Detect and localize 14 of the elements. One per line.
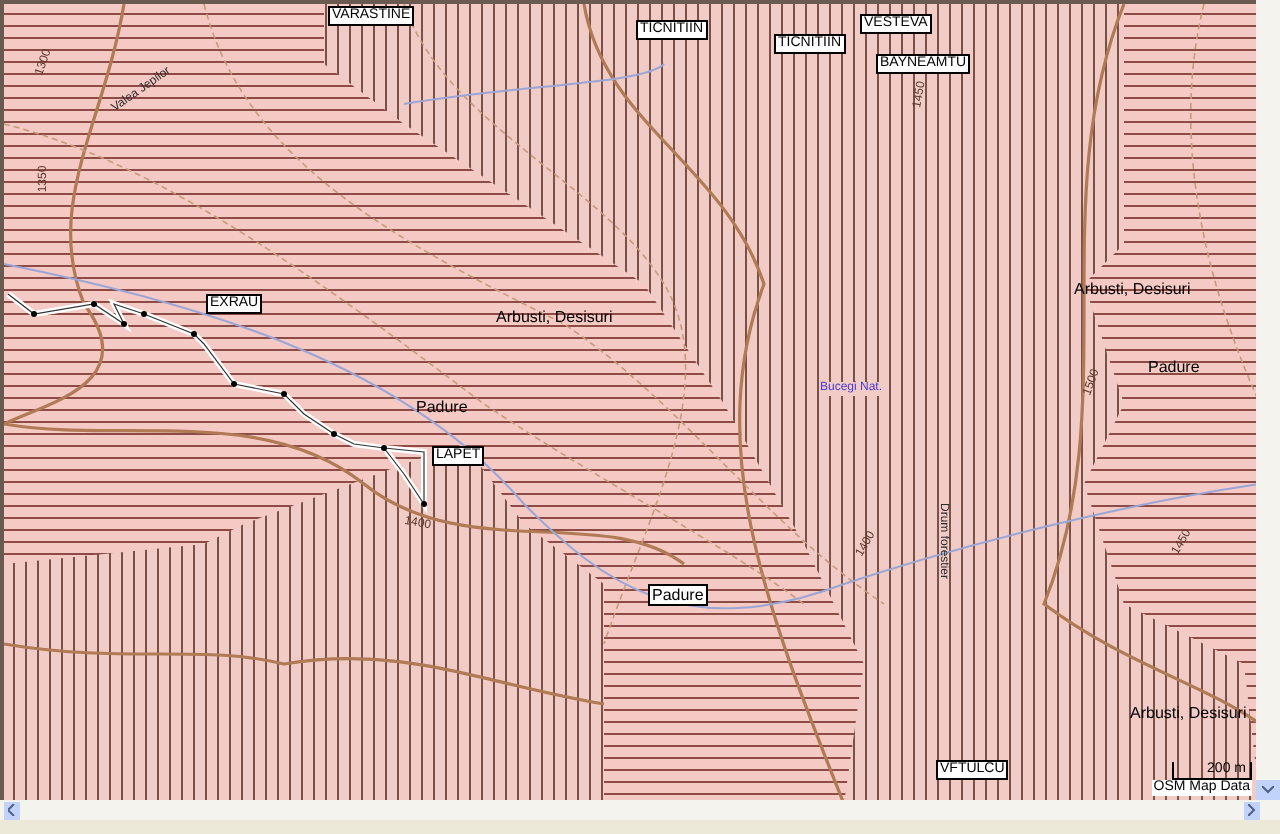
scroll-down-button[interactable] bbox=[1256, 780, 1280, 800]
scroll-right-button[interactable] bbox=[1244, 801, 1260, 819]
chevron-down-icon bbox=[1262, 786, 1274, 794]
area-label: Arbusti, Desisuri bbox=[496, 308, 613, 326]
area-label: Arbusti, Desisuri bbox=[1074, 280, 1191, 298]
scroll-left-button[interactable] bbox=[4, 801, 20, 819]
vertical-scrollbar[interactable] bbox=[1256, 0, 1280, 800]
area-label: Padure bbox=[416, 398, 468, 416]
area-label: Padure bbox=[648, 584, 708, 606]
chevron-left-icon bbox=[8, 804, 16, 816]
area-label: Padure bbox=[1148, 358, 1200, 376]
area-label: Arbusti, Desisuri bbox=[1130, 704, 1247, 722]
horizontal-scrollbar[interactable] bbox=[0, 800, 1280, 820]
chevron-right-icon bbox=[1248, 804, 1256, 816]
